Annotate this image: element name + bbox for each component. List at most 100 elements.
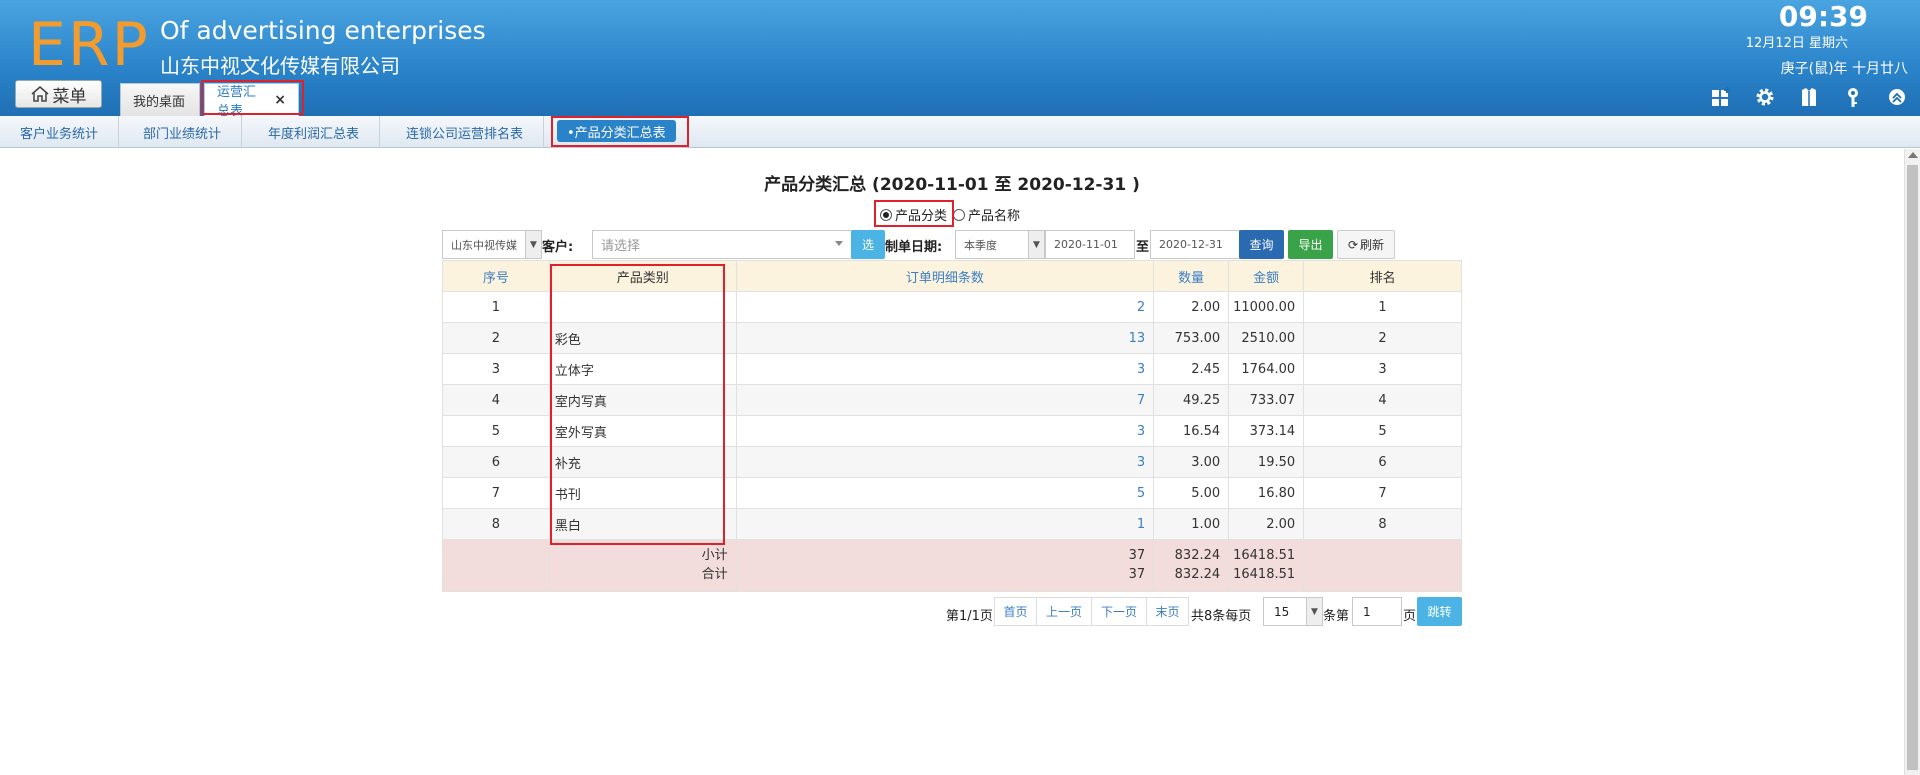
cell-category: 室外写真 — [548, 415, 737, 447]
col-header-order-count[interactable]: 订单明细条数 — [735, 260, 1155, 292]
cell-order-count-link[interactable]: 3 — [735, 353, 1155, 385]
radio-product-category[interactable] — [880, 208, 892, 221]
last-page-button[interactable]: 末页 — [1146, 597, 1189, 626]
cell-order-count-link[interactable]: 3 — [735, 446, 1155, 478]
per-page-value: 15 — [1274, 604, 1290, 619]
date-from-input[interactable]: 2020-11-01 — [1045, 230, 1135, 259]
chevron-down-icon: ▼ — [1028, 231, 1044, 258]
table-header-row: 序号 产品类别 订单明细条数 数量 金额 排名 — [442, 260, 1462, 292]
dashboard-add-icon[interactable] — [1710, 86, 1732, 108]
refresh-icon: ⟳ — [1347, 237, 1359, 252]
scroll-thumb[interactable] — [1907, 165, 1918, 770]
cell-rank: 3 — [1303, 353, 1462, 385]
subnav-chain-ranking[interactable]: 连锁公司运营排名表 — [386, 116, 545, 148]
export-button[interactable]: 导出 — [1288, 230, 1333, 259]
page-suffix: 页 — [1403, 609, 1417, 624]
total-quantity: 832.24 — [1174, 567, 1221, 582]
cell-order-count-link[interactable]: 7 — [735, 384, 1155, 416]
filter-bar: 山东中视传媒 ▼ 客户: 请选择 选 制单日期: 本季度 ▼ 2020-11-0… — [442, 230, 1462, 260]
date-to-value: 2020-12-31 — [1159, 238, 1223, 251]
cell-rank: 2 — [1303, 322, 1462, 354]
next-page-button[interactable]: 下一页 — [1091, 597, 1147, 626]
page-number-value: 1 — [1363, 604, 1371, 619]
col-header-rank[interactable]: 排名 — [1303, 260, 1462, 292]
col-header-no[interactable]: 序号 — [442, 260, 550, 292]
shirt-icon[interactable] — [1798, 86, 1820, 108]
tab-close-icon[interactable]: × — [274, 92, 286, 108]
tab-my-desktop[interactable]: 我的桌面 — [120, 83, 200, 116]
total-label: 合计 — [701, 567, 728, 582]
select-customer-button[interactable]: 选 — [851, 230, 885, 259]
table-row: 1 2 2.00 11000.00 1 — [442, 291, 1462, 323]
cell-amount: 2510.00 — [1228, 322, 1305, 354]
gear-icon[interactable] — [1754, 86, 1776, 108]
period-select-value: 本季度 — [964, 238, 997, 252]
summary-count: 37 37 — [735, 539, 1155, 592]
jump-button[interactable]: 跳转 — [1417, 597, 1462, 626]
radio-product-name[interactable] — [953, 208, 966, 221]
subnav-annual-profit[interactable]: 年度利润汇总表 — [248, 116, 381, 148]
top-header: ERP Of advertising enterprises 山东中视文化传媒有… — [0, 0, 1920, 119]
summary-amount: 16418.51 16418.51 — [1228, 539, 1305, 592]
cell-no: 8 — [442, 508, 550, 540]
customer-input[interactable]: 请选择 — [592, 230, 852, 259]
subnav-product-category-summary[interactable]: •产品分类汇总表 — [557, 120, 676, 142]
col-header-amount[interactable]: 金额 — [1228, 260, 1305, 292]
collapse-up-icon[interactable] — [1886, 86, 1908, 108]
cell-quantity: 753.00 — [1153, 322, 1230, 354]
cell-amount: 16.80 — [1228, 477, 1305, 509]
cell-no: 5 — [442, 415, 550, 447]
cell-category: 立体字 — [548, 353, 737, 385]
cell-quantity: 16.54 — [1153, 415, 1230, 447]
cell-order-count-link[interactable]: 5 — [735, 477, 1155, 509]
page-number-input[interactable]: 1 — [1352, 597, 1402, 626]
toolbar-icons — [1710, 86, 1908, 108]
chevron-down-icon: ▼ — [1306, 598, 1322, 625]
subnav-customer-business[interactable]: 客户业务统计 — [0, 116, 120, 148]
cell-order-count-link[interactable]: 2 — [735, 291, 1155, 323]
refresh-button[interactable]: ⟳ 刷新 — [1337, 230, 1395, 259]
summary-table: 序号 产品类别 订单明细条数 数量 金额 排名 1 2 2.00 11000.0… — [442, 260, 1462, 592]
first-page-button[interactable]: 首页 — [994, 597, 1037, 626]
tab-my-desktop-label: 我的桌面 — [133, 94, 186, 110]
cell-amount: 733.07 — [1228, 384, 1305, 416]
subtotal-amount: 16418.51 — [1233, 548, 1296, 563]
tab-operation-summary-label: 运营汇总表 — [217, 85, 257, 119]
col-header-quantity[interactable]: 数量 — [1153, 260, 1230, 292]
per-page-select[interactable]: 15 ▼ — [1263, 597, 1323, 626]
summary-empty-cell — [442, 539, 550, 592]
scroll-up-icon[interactable] — [1908, 152, 1918, 158]
cell-rank: 4 — [1303, 384, 1462, 416]
vertical-scrollbar[interactable] — [1904, 149, 1920, 775]
period-select[interactable]: 本季度 ▼ — [955, 230, 1045, 259]
cell-category: 书刊 — [548, 477, 737, 509]
col-header-category[interactable]: 产品类别 — [548, 260, 737, 292]
cell-no: 1 — [442, 291, 550, 323]
tab-operation-summary[interactable]: 运营汇总表 × — [204, 83, 299, 119]
cell-quantity: 2.00 — [1153, 291, 1230, 323]
date-to-input[interactable]: 2020-12-31 — [1150, 230, 1240, 259]
main-menu-button[interactable]: 菜单 — [15, 80, 102, 108]
company-select-value: 山东中视传媒 — [451, 238, 517, 252]
total-amount: 16418.51 — [1233, 567, 1296, 582]
subnav-department-performance[interactable]: 部门业绩统计 — [123, 116, 243, 148]
key-icon[interactable] — [1842, 86, 1864, 108]
table-row: 8 黑白 1 1.00 2.00 8 — [442, 508, 1462, 540]
query-button[interactable]: 查询 — [1239, 230, 1284, 259]
cell-no: 6 — [442, 446, 550, 478]
cell-order-count-link[interactable]: 13 — [735, 322, 1155, 354]
cell-rank: 6 — [1303, 446, 1462, 478]
total-count: 37 — [1128, 567, 1146, 582]
company-select[interactable]: 山东中视传媒 ▼ — [442, 230, 542, 259]
cell-order-count-link[interactable]: 1 — [735, 508, 1155, 540]
cell-no: 4 — [442, 384, 550, 416]
clock-time: 09:39 — [1778, 0, 1868, 33]
sub-navigation: 客户业务统计 部门业绩统计 年度利润汇总表 连锁公司运营排名表 — [0, 116, 1920, 148]
prev-page-button[interactable]: 上一页 — [1036, 597, 1092, 626]
cell-order-count-link[interactable]: 3 — [735, 415, 1155, 447]
home-icon — [31, 86, 49, 102]
date-to-label: 至 — [1136, 240, 1150, 255]
caret-down-icon — [835, 241, 843, 246]
cell-quantity: 5.00 — [1153, 477, 1230, 509]
subtotal-count: 37 — [1128, 548, 1146, 563]
